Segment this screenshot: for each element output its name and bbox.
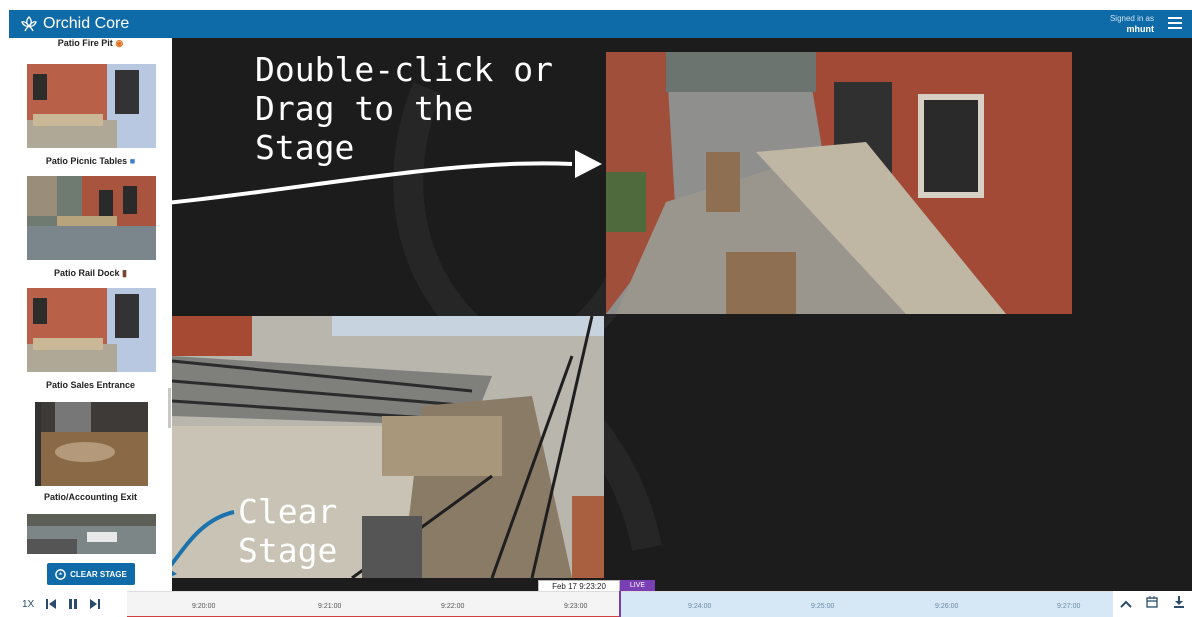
timeline-tick: 9:22:00 <box>441 603 465 610</box>
timeline-tick: 9:26:00 <box>935 603 959 610</box>
skip-back-icon[interactable] <box>46 599 57 609</box>
username: mhunt <box>1126 24 1155 34</box>
signed-in-label: Signed in as <box>1109 14 1154 23</box>
timeline-tick: 9:24:00 <box>688 603 712 610</box>
top-bar: Orchid Core Signed in as mhunt <box>9 10 1192 38</box>
drag-hint: Double-click or Drag to the Stage <box>255 50 553 167</box>
camera-name: Patio Sales Entrance <box>45 380 136 390</box>
hamburger-menu-icon[interactable] <box>1168 17 1182 29</box>
signed-in-info[interactable]: Signed in as mhunt <box>1110 14 1154 34</box>
stage[interactable]: Double-click or Drag to the Stage Clear … <box>172 38 1192 591</box>
drag-hint-line: Stage <box>255 128 355 167</box>
timeline-tick: 9:23:00 <box>564 603 588 610</box>
clear-stage-label: CLEAR STAGE <box>70 569 127 579</box>
timeline-tick: 9:21:00 <box>318 603 342 610</box>
camera-item[interactable]: Patio Fire Pit ◉ <box>9 38 172 52</box>
chevron-up-icon[interactable] <box>1120 595 1132 613</box>
playhead[interactable] <box>619 591 621 617</box>
timeline-actions <box>1113 591 1192 617</box>
clear-hint-line: Clear <box>238 492 338 531</box>
sidebar-scrollbar[interactable] <box>168 388 171 428</box>
clear-hint-line: Stage <box>238 531 338 570</box>
pause-icon[interactable] <box>68 599 78 609</box>
clear-hint: Clear Stage <box>238 492 337 570</box>
download-icon[interactable] <box>1173 595 1185 613</box>
app-window: Orchid Core Signed in as mhunt Patio Fir… <box>9 10 1192 617</box>
timeline-tick: 9:27:00 <box>1057 603 1081 610</box>
truck-emoji-icon: ▮ <box>122 268 127 278</box>
app-title: Orchid Core <box>43 15 130 32</box>
drag-hint-line: Drag to the <box>255 89 474 128</box>
camera-tile-patio-picnic-tables[interactable] <box>606 52 1072 314</box>
clear-stage-button[interactable]: CLEAR STAGE <box>47 563 135 585</box>
drag-hint-line: Double-click or <box>255 50 554 89</box>
orchid-logo-icon <box>21 16 37 32</box>
camera-name: Patio Rail Dock <box>54 268 120 278</box>
shield-emoji-icon: ■ <box>129 156 136 166</box>
playback-bar: 1X 9:20:00 9:21:00 9:22:00 9:23:00 9:24:… <box>9 591 1192 617</box>
playback-speed[interactable]: 1X <box>22 599 34 610</box>
camera-thumbnail[interactable] <box>27 288 156 372</box>
camera-item[interactable]: Patio Sales Entrance <box>9 284 172 396</box>
camera-thumbnail[interactable] <box>27 64 156 148</box>
camera-name: Patio Picnic Tables <box>45 156 128 166</box>
fire-emoji-icon: ◉ <box>115 38 124 48</box>
playback-controls: 1X <box>9 591 127 617</box>
brand[interactable]: Orchid Core <box>19 14 129 34</box>
calendar-icon[interactable] <box>1146 595 1159 613</box>
skip-forward-icon[interactable] <box>90 599 101 609</box>
camera-name: Patio Fire Pit <box>57 38 113 48</box>
timeline-tick: 9:25:00 <box>811 603 835 610</box>
clear-stage-area: CLEAR STAGE <box>9 559 172 591</box>
camera-item[interactable]: Patio Rail Dock ▮ <box>9 172 172 284</box>
camera-thumbnail[interactable] <box>27 176 156 260</box>
recycle-icon <box>55 568 66 580</box>
camera-item[interactable]: Patio Picnic Tables ■ <box>9 60 172 172</box>
timeline-tick: 9:20:00 <box>192 603 216 610</box>
